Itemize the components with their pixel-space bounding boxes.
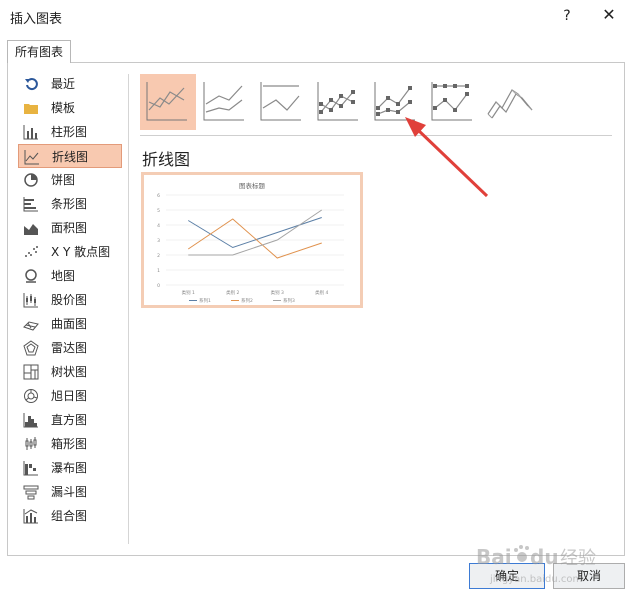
sidebar-item-label: 曲面图 — [51, 317, 88, 331]
sidebar-item-line[interactable]: 折线图 — [18, 144, 122, 168]
histogram-chart-icon — [23, 413, 38, 428]
sidebar-item-stock[interactable]: 股价图 — [18, 288, 122, 312]
y-tick-label: 4 — [157, 223, 160, 229]
sidebar-item-label: 地图 — [51, 269, 76, 283]
stacked-line-subtype-icon — [203, 82, 244, 121]
subtype-stacked-line[interactable] — [197, 74, 253, 130]
x-tick-label: 类别 1 — [182, 289, 195, 296]
annotation-arrow — [405, 117, 489, 198]
bar-chart-icon — [23, 197, 38, 212]
sidebar-item-column[interactable]: 柱形图 — [18, 120, 122, 144]
legend-label: 系列2 — [241, 297, 253, 304]
sidebar-item-sunburst[interactable]: 旭日图 — [18, 384, 122, 408]
legend-label: 系列3 — [283, 297, 295, 304]
sidebar-item-waterfall[interactable]: 瀑布图 — [18, 456, 122, 480]
y-tick-label: 6 — [157, 193, 160, 199]
treemap-chart-icon — [23, 364, 39, 380]
x-tick-label: 类别 2 — [226, 289, 239, 296]
map-chart-icon — [25, 269, 37, 283]
chart-title: 图表标题 — [239, 181, 266, 190]
sidebar-item-label: 面积图 — [51, 221, 88, 235]
box-whisker-chart-icon — [25, 437, 37, 450]
sidebar-item-recent[interactable]: 最近 — [18, 72, 122, 96]
preview-chart: 图表标题 0 1 2 3 4 5 6 类别 1 类别 2 类别 3 类别 4 系列1 系列2 系列3 — [157, 181, 344, 304]
sidebar-item-surface[interactable]: 曲面图 — [18, 312, 122, 336]
area-chart-icon — [24, 224, 38, 235]
sidebar-item-scatter[interactable]: X Y 散点图 — [18, 240, 122, 264]
legend-label: 系列1 — [199, 297, 211, 304]
sidebar-item-label: 雷达图 — [51, 341, 88, 355]
y-tick-label: 3 — [157, 238, 160, 244]
sidebar-item-map[interactable]: 地图 — [18, 264, 122, 288]
surface-chart-icon — [23, 321, 39, 331]
sidebar-item-treemap[interactable]: 树状图 — [18, 360, 122, 384]
sidebar-item-templates[interactable]: 模板 — [18, 96, 122, 120]
chart-preview[interactable]: 图表标题 0 1 2 3 4 5 6 类别 1 类别 2 类别 3 类别 4 系列1 系列2 系列3 — [141, 172, 363, 308]
sunburst-chart-icon — [24, 389, 38, 403]
subtype-divider — [140, 135, 612, 136]
sidebar-item-label: 模板 — [51, 101, 76, 115]
percent-stacked-line-subtype-icon — [260, 82, 301, 121]
panel-divider — [128, 74, 129, 544]
dialog-title-bar: 插入图表 ? ✕ — [0, 0, 634, 32]
chart-type-list: 最近 模板 柱形图 折线图 饼图 条形图 面积图 X Y 散点图 地图 股价图 … — [18, 72, 122, 528]
y-tick-label: 5 — [157, 208, 160, 214]
y-tick-label: 1 — [157, 268, 160, 274]
subtype-percent-stacked-line[interactable] — [254, 74, 310, 130]
sidebar-item-label: 漏斗图 — [51, 485, 88, 499]
y-tick-label: 0 — [157, 283, 160, 289]
x-tick-label: 类别 3 — [271, 289, 284, 296]
line-with-markers-subtype-icon — [317, 82, 358, 121]
sidebar-item-combo[interactable]: 组合图 — [18, 504, 122, 528]
sidebar-item-label: 最近 — [51, 77, 76, 91]
close-button[interactable]: ✕ — [598, 4, 620, 26]
tab-all-charts[interactable]: 所有图表 — [7, 40, 71, 63]
stock-chart-icon — [23, 293, 38, 308]
pie-chart-icon — [24, 173, 38, 187]
column-chart-icon — [23, 125, 38, 140]
sidebar-item-area[interactable]: 面积图 — [18, 216, 122, 240]
scatter-chart-icon — [25, 246, 38, 257]
sidebar-item-label: 条形图 — [51, 197, 88, 211]
sidebar-item-bar[interactable]: 条形图 — [18, 192, 122, 216]
sidebar-item-radar[interactable]: 雷达图 — [18, 336, 122, 360]
line-chart-icon — [24, 150, 39, 165]
sidebar-item-label: 柱形图 — [51, 125, 88, 139]
line-subtype-icon — [146, 82, 187, 121]
waterfall-chart-icon — [23, 461, 38, 476]
ok-button[interactable]: 确定 — [469, 563, 545, 589]
subtype-line[interactable] — [140, 74, 196, 130]
sidebar-item-box-whisker[interactable]: 箱形图 — [18, 432, 122, 456]
recent-icon — [25, 78, 38, 91]
sidebar-item-label: X Y 散点图 — [51, 245, 111, 259]
sidebar-item-label: 树状图 — [51, 365, 88, 379]
sidebar-item-funnel[interactable]: 漏斗图 — [18, 480, 122, 504]
sidebar-item-histogram[interactable]: 直方图 — [18, 408, 122, 432]
sidebar-item-label: 折线图 — [52, 150, 89, 164]
sidebar-item-pie[interactable]: 饼图 — [18, 168, 122, 192]
combo-chart-icon — [23, 509, 38, 524]
sidebar-item-label: 箱形图 — [51, 437, 88, 451]
sidebar-item-label: 直方图 — [51, 413, 88, 427]
sidebar-item-label: 旭日图 — [51, 389, 88, 403]
section-title: 折线图 — [142, 150, 191, 169]
folder-icon — [24, 104, 38, 114]
series-line — [187, 217, 322, 249]
sidebar-item-label: 股价图 — [51, 293, 88, 307]
sidebar-item-label: 饼图 — [51, 173, 76, 187]
cancel-button[interactable]: 取消 — [553, 563, 625, 589]
help-button[interactable]: ? — [556, 5, 578, 27]
dialog-title: 插入图表 — [10, 12, 63, 27]
funnel-chart-icon — [23, 485, 39, 500]
sidebar-item-label: 组合图 — [51, 509, 88, 523]
x-tick-label: 类别 4 — [315, 289, 328, 296]
radar-chart-icon — [23, 340, 39, 356]
sidebar-item-label: 瀑布图 — [51, 461, 88, 475]
subtype-line-with-markers[interactable] — [311, 74, 367, 130]
y-tick-label: 2 — [157, 253, 160, 259]
